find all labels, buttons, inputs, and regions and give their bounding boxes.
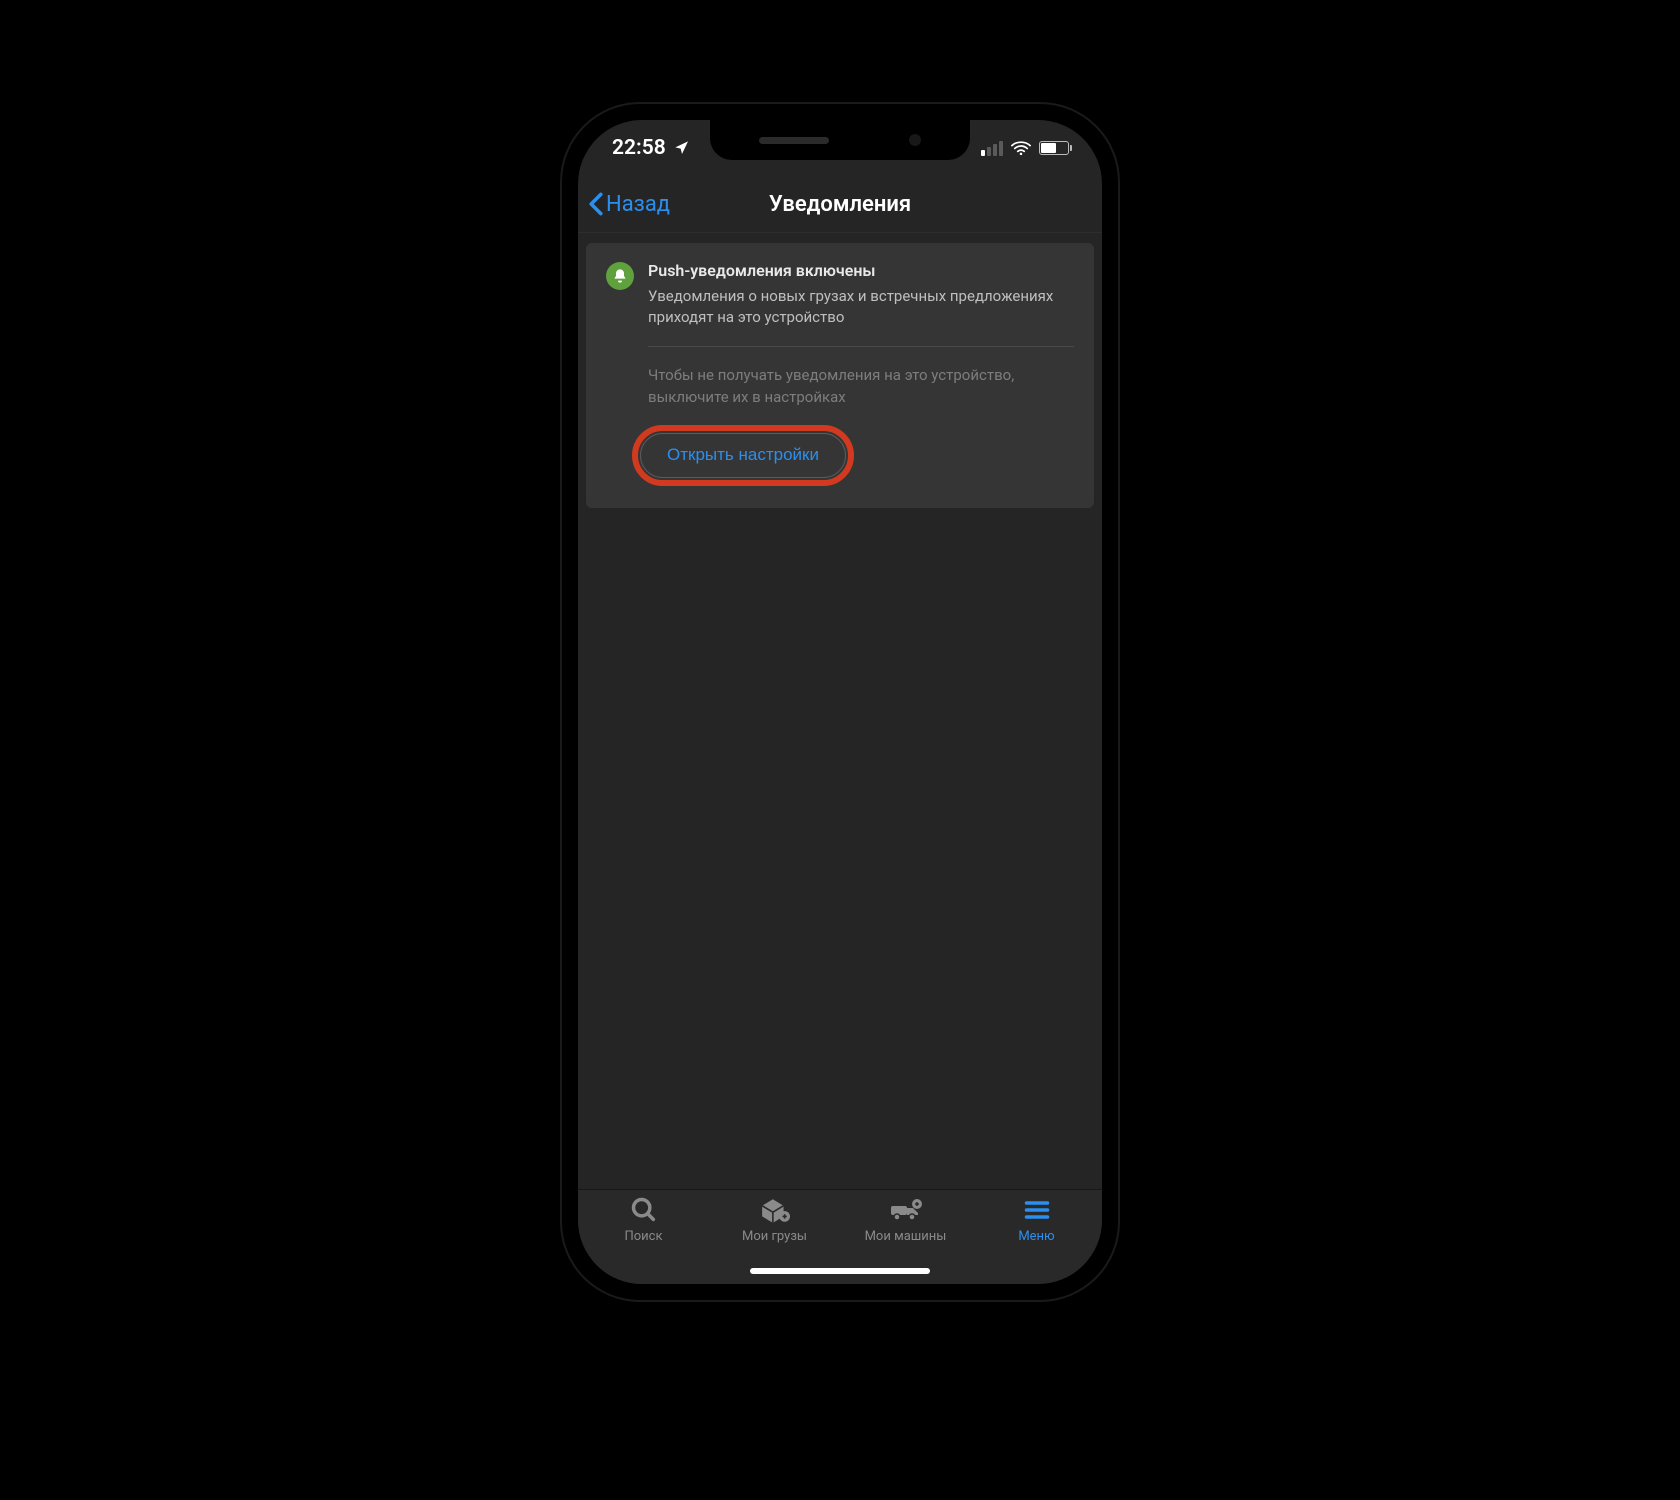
card-divider xyxy=(648,346,1074,347)
back-button[interactable]: Назад xyxy=(578,192,769,217)
open-settings-label: Открыть настройки xyxy=(667,445,819,465)
card-header: Push-уведомления включены Уведомления о … xyxy=(606,261,1074,328)
navigation-bar: Назад Уведомления xyxy=(578,176,1102,233)
phone-notch xyxy=(710,120,970,160)
phone-camera xyxy=(909,134,921,146)
battery-icon xyxy=(1039,141,1072,155)
status-right xyxy=(981,141,1072,156)
notifications-card: Push-уведомления включены Уведомления о … xyxy=(586,243,1094,508)
tab-menu[interactable]: Меню xyxy=(971,1196,1102,1284)
location-icon xyxy=(674,140,690,156)
tab-label: Мои машины xyxy=(865,1229,947,1244)
push-title: Push-уведомления включены xyxy=(648,261,1074,280)
card-header-text: Push-уведомления включены Уведомления о … xyxy=(648,261,1074,328)
tab-label: Мои грузы xyxy=(742,1229,807,1244)
phone-screen: 22:58 xyxy=(578,120,1102,1284)
status-time: 22:58 xyxy=(612,136,666,160)
signal-icon xyxy=(981,141,1003,156)
phone-speaker xyxy=(759,137,829,144)
status-left: 22:58 xyxy=(612,136,690,160)
page-title: Уведомления xyxy=(769,192,911,217)
phone-frame: 22:58 xyxy=(560,102,1120,1302)
tab-search[interactable]: Поиск xyxy=(578,1196,709,1284)
bell-icon xyxy=(606,262,634,290)
wifi-icon xyxy=(1011,141,1031,156)
push-description: Уведомления о новых грузах и встречных п… xyxy=(648,286,1074,328)
content-area: Push-уведомления включены Уведомления о … xyxy=(578,233,1102,1189)
tab-label: Меню xyxy=(1018,1229,1054,1244)
back-label: Назад xyxy=(606,192,670,217)
open-settings-button[interactable]: Открыть настройки xyxy=(640,433,846,478)
push-hint: Чтобы не получать уведомления на это уст… xyxy=(648,365,1074,409)
highlight-ring: Открыть настройки xyxy=(632,425,854,486)
home-indicator[interactable] xyxy=(750,1268,930,1274)
stage: 22:58 xyxy=(0,0,1680,1500)
tab-label: Поиск xyxy=(624,1229,662,1244)
